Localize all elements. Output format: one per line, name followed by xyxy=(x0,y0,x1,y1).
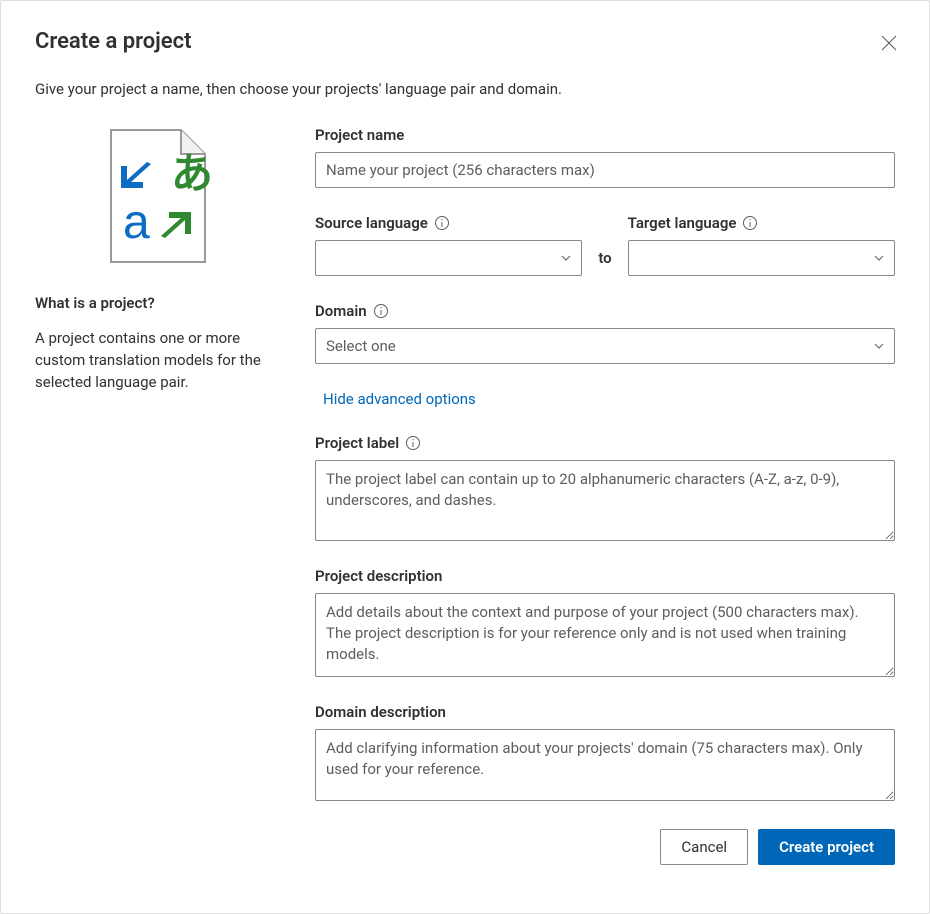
info-icon[interactable] xyxy=(742,215,758,231)
project-name-label: Project name xyxy=(315,126,895,144)
dialog-footer: Cancel Create project xyxy=(315,829,895,865)
create-project-dialog: Create a project Give your project a nam… xyxy=(0,0,930,914)
source-language-label: Source language xyxy=(315,214,582,232)
create-project-button[interactable]: Create project xyxy=(758,829,895,865)
domain-description-label: Domain description xyxy=(315,703,895,721)
info-icon[interactable] xyxy=(434,215,450,231)
form-panel: Project name Source language xyxy=(315,126,895,865)
close-icon xyxy=(881,35,897,51)
target-language-label: Target language xyxy=(628,214,895,232)
project-description-input[interactable] xyxy=(315,593,895,677)
svg-text:あ: あ xyxy=(171,150,213,197)
advanced-options-toggle[interactable]: Hide advanced options xyxy=(323,390,476,408)
svg-text:a: a xyxy=(123,196,150,249)
target-language-select[interactable] xyxy=(628,240,895,276)
side-heading: What is a project? xyxy=(35,294,281,312)
dialog-header: Create a project xyxy=(35,25,895,62)
project-label-label: Project label xyxy=(315,434,895,452)
to-separator: to xyxy=(598,249,611,276)
project-description-label: Project description xyxy=(315,567,895,585)
dialog-subtitle: Give your project a name, then choose yo… xyxy=(35,80,895,98)
side-body: A project contains one or more custom tr… xyxy=(35,328,281,393)
info-icon[interactable] xyxy=(373,303,389,319)
source-language-select[interactable] xyxy=(315,240,582,276)
project-name-input[interactable] xyxy=(315,152,895,188)
info-icon[interactable] xyxy=(405,435,421,451)
dialog-content: あ a What is a project? A project contain… xyxy=(35,126,895,865)
side-illustration: あ a xyxy=(35,126,281,266)
close-button[interactable] xyxy=(877,31,901,55)
domain-select[interactable]: Select one xyxy=(315,328,895,364)
cancel-button[interactable]: Cancel xyxy=(660,829,748,865)
domain-description-input[interactable] xyxy=(315,729,895,801)
project-label-input[interactable] xyxy=(315,460,895,541)
translator-document-icon: あ a xyxy=(103,126,213,266)
domain-label: Domain xyxy=(315,302,895,320)
language-pair-row: Source language to Target language xyxy=(315,214,895,276)
side-panel: あ a What is a project? A project contain… xyxy=(35,126,281,865)
dialog-title: Create a project xyxy=(35,29,192,54)
